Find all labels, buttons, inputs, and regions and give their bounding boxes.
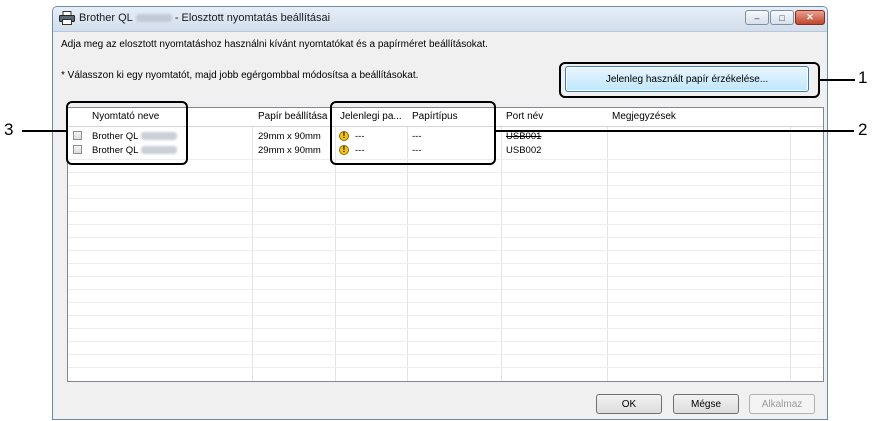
description-text: Adja meg az elosztott nyomtatáshoz haszn… — [61, 39, 488, 50]
close-button[interactable]: ✕ — [795, 10, 825, 25]
callout-3-number: 3 — [4, 120, 14, 139]
callout-2-line — [496, 130, 854, 132]
paper-setting-cell: 29mm x 90mm — [258, 131, 321, 142]
minimize-button[interactable]: – — [745, 10, 769, 25]
maximize-icon: □ — [779, 12, 785, 23]
redacted-model — [135, 14, 172, 23]
ok-button[interactable]: OK — [596, 394, 662, 414]
apply-button: Alkalmaz — [749, 394, 815, 414]
hint-text: * Válasszon ki egy nyomtatót, majd jobb … — [61, 70, 419, 81]
title-bar[interactable]: Brother QL - Elosztott nyomtatás beállítá… — [53, 7, 827, 32]
header-paper-setting[interactable]: Papír beállítása — [258, 111, 328, 122]
window-title: Brother QL - Elosztott nyomtatás beállítá… — [79, 12, 331, 24]
paper-setting-cell: 29mm x 90mm — [258, 145, 321, 156]
callout-2-number: 2 — [858, 120, 868, 139]
callout-3-frame — [66, 101, 188, 165]
callout-1-number: 1 — [858, 68, 868, 87]
callout-1-frame — [559, 62, 820, 98]
minimize-icon: – — [754, 12, 760, 23]
callout-3-line — [22, 130, 66, 132]
close-icon: ✕ — [806, 12, 814, 22]
cancel-button[interactable]: Mégse — [673, 394, 739, 414]
callout-2-frame — [330, 101, 496, 165]
callout-1-line — [820, 79, 855, 81]
header-port-name[interactable]: Port név — [506, 111, 543, 122]
header-notes[interactable]: Megjegyzések — [612, 111, 676, 122]
port-name-cell: USB002 — [506, 145, 542, 156]
printer-icon — [59, 11, 75, 28]
maximize-button[interactable]: □ — [770, 10, 794, 25]
port-name-cell: USB001 — [506, 131, 542, 142]
